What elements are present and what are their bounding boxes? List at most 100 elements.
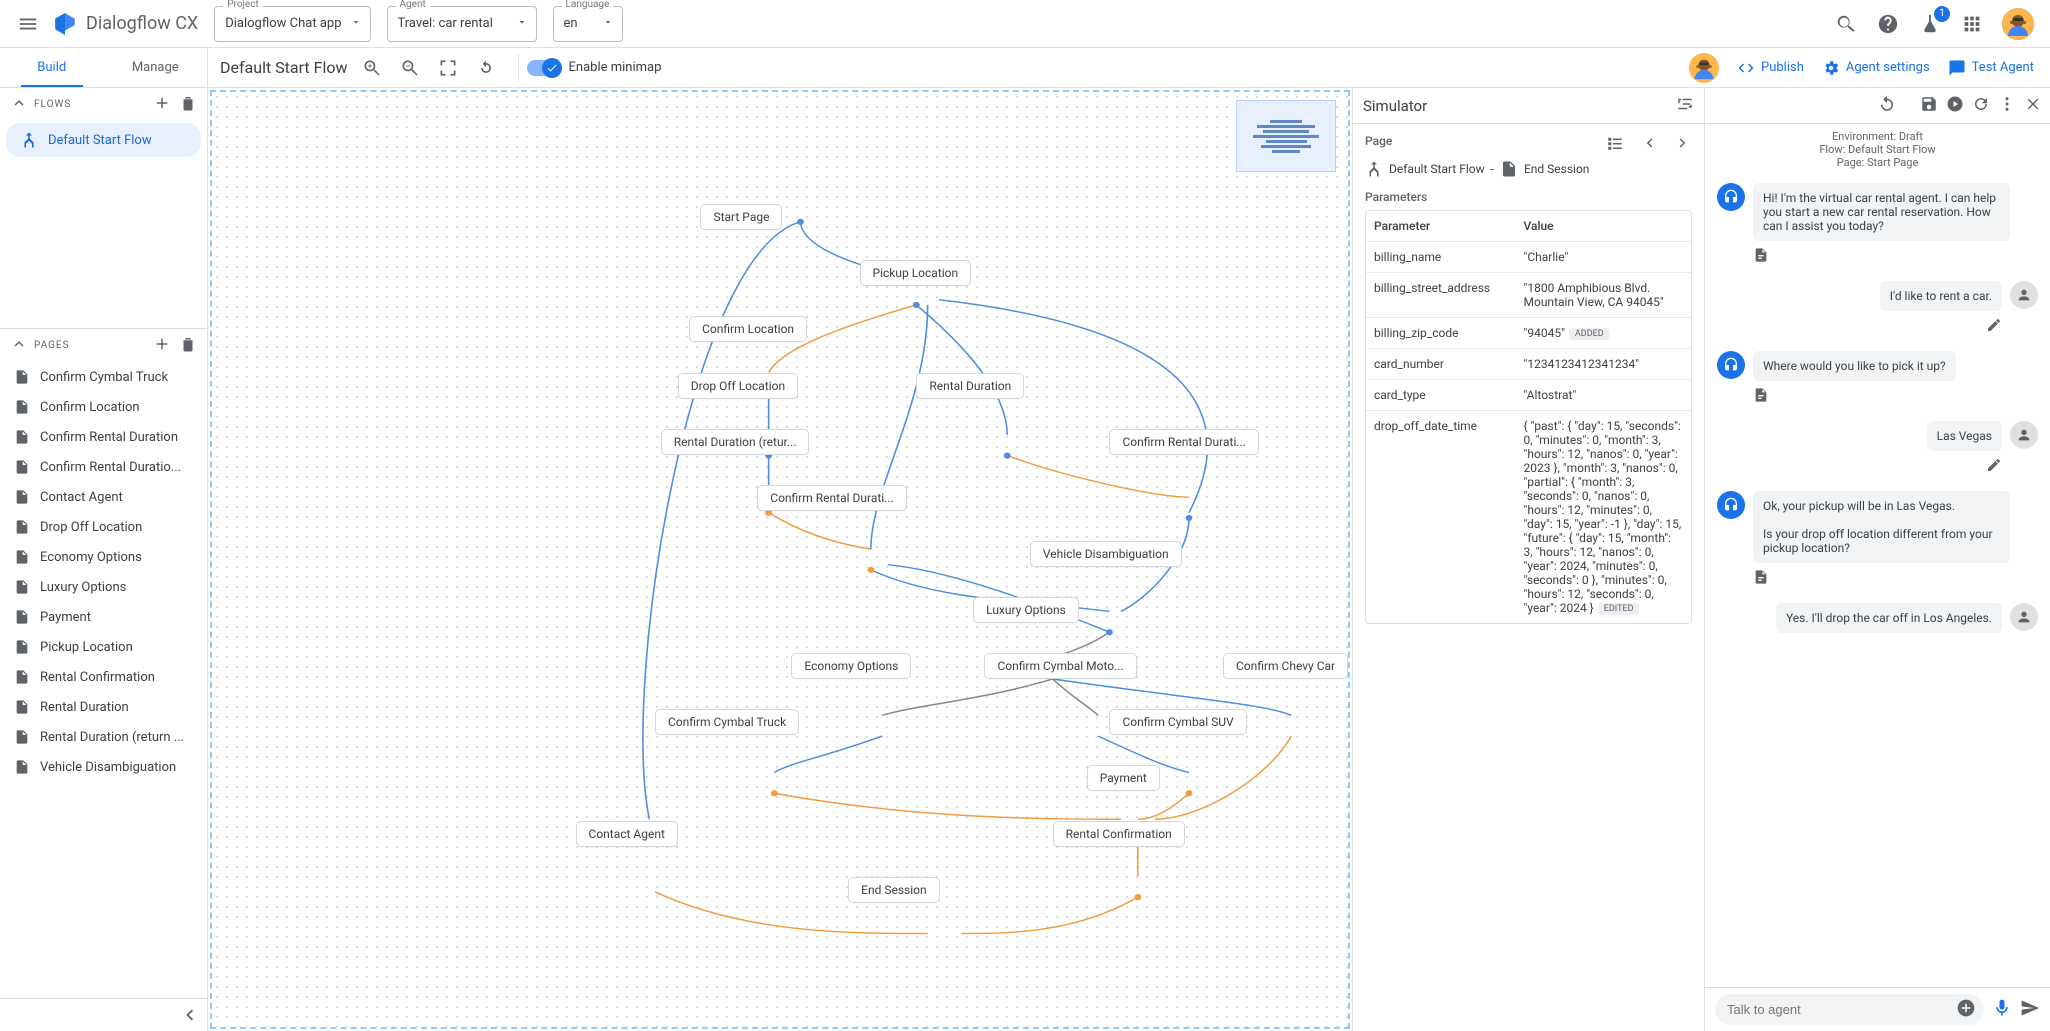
zoom-out-icon[interactable]	[398, 56, 422, 80]
sidebar-page-item[interactable]: Drop Off Location	[0, 512, 207, 542]
zoom-in-icon[interactable]	[360, 56, 384, 80]
minimap-toggle[interactable]: Enable minimap	[527, 60, 662, 76]
note-icon[interactable]	[1753, 387, 1769, 407]
test-agent-button[interactable]: Test Agent	[1948, 59, 2034, 77]
node-confirm-rental-duration-2[interactable]: Confirm Rental Durati...	[1109, 429, 1258, 455]
sidebar-page-item[interactable]: Pickup Location	[0, 632, 207, 662]
node-contact-agent[interactable]: Contact Agent	[576, 821, 678, 847]
caret-down-icon	[516, 16, 528, 32]
sidebar-page-item[interactable]: Rental Duration	[0, 692, 207, 722]
presence-avatar[interactable]	[1689, 53, 1719, 83]
sidebar-page-item[interactable]: Contact Agent	[0, 482, 207, 512]
delete-page-icon[interactable]	[179, 335, 197, 356]
pages-list[interactable]: Confirm Cymbal TruckConfirm LocationConf…	[0, 362, 207, 998]
caret-down-icon	[602, 16, 614, 32]
tab-manage[interactable]: Manage	[104, 48, 208, 87]
sidebar-page-item[interactable]: Luxury Options	[0, 572, 207, 602]
brand-logo[interactable]: Dialogflow CX	[52, 11, 198, 37]
node-start-page[interactable]: Start Page	[700, 204, 782, 230]
send-icon[interactable]	[2020, 998, 2040, 1022]
node-drop-off-location[interactable]: Drop Off Location	[678, 373, 798, 399]
list-icon[interactable]	[1606, 134, 1624, 156]
chat-input[interactable]	[1715, 994, 1984, 1025]
plus-circle-icon[interactable]	[1956, 998, 1976, 1022]
apps-icon[interactable]	[1960, 12, 1984, 36]
prev-page-icon[interactable]	[1640, 134, 1658, 156]
param-row[interactable]: card_number"1234123412341234"	[1366, 349, 1691, 380]
flows-section-header: Flows	[0, 88, 207, 121]
more-icon[interactable]	[1998, 95, 2016, 117]
close-icon[interactable]	[2024, 95, 2042, 117]
next-page-icon[interactable]	[1674, 134, 1692, 156]
publish-button[interactable]: Publish	[1737, 59, 1804, 77]
param-row[interactable]: card_type"Altostrat"	[1366, 380, 1691, 411]
pages-section-header: Pages	[0, 329, 207, 362]
save-icon[interactable]	[1920, 95, 1938, 117]
labs-icon[interactable]: 1	[1918, 12, 1942, 36]
chevron-up-icon[interactable]	[10, 335, 28, 356]
menu-icon[interactable]	[16, 12, 40, 36]
sidebar-page-item[interactable]: Rental Duration (return ...	[0, 722, 207, 752]
chat-message: Hi! I'm the virtual car rental agent. I …	[1717, 183, 2038, 241]
node-payment[interactable]: Payment	[1087, 765, 1160, 791]
help-icon[interactable]	[1876, 12, 1900, 36]
node-vehicle-disambiguation[interactable]: Vehicle Disambiguation	[1030, 541, 1182, 567]
param-row[interactable]: billing_street_address"1800 Amphibious B…	[1366, 273, 1691, 318]
param-value: "Charlie"	[1516, 242, 1692, 272]
node-rental-duration[interactable]: Rental Duration	[916, 373, 1024, 399]
node-end-session[interactable]: End Session	[848, 877, 939, 903]
sidebar-page-item[interactable]: Economy Options	[0, 542, 207, 572]
sidebar-page-item[interactable]: Confirm Location	[0, 392, 207, 422]
flows-label: Flows	[34, 99, 71, 110]
mic-icon[interactable]	[1992, 998, 2012, 1022]
project-selector[interactable]: Project Dialogflow Chat app	[214, 6, 370, 42]
sidebar-page-item[interactable]: Confirm Cymbal Truck	[0, 362, 207, 392]
reset-icon[interactable]	[1972, 95, 1990, 117]
user-avatar[interactable]	[2002, 8, 2034, 40]
edit-icon[interactable]	[1986, 317, 2002, 337]
param-row[interactable]: drop_off_date_time{ "past": { "day": 15,…	[1366, 411, 1691, 623]
edit-icon[interactable]	[1986, 457, 2002, 477]
toggle-layout-icon[interactable]	[1676, 95, 1694, 117]
sidebar-page-item[interactable]: Vehicle Disambiguation	[0, 752, 207, 782]
param-row[interactable]: billing_name"Charlie"	[1366, 242, 1691, 273]
sidebar-flow-item[interactable]: Default Start Flow	[6, 123, 201, 157]
collapse-sidebar-icon[interactable]	[177, 1003, 201, 1027]
node-confirm-cymbal-truck[interactable]: Confirm Cymbal Truck	[655, 709, 799, 735]
param-row[interactable]: billing_zip_code"94045"ADDED	[1366, 318, 1691, 349]
play-icon[interactable]	[1946, 95, 1964, 117]
node-confirm-location[interactable]: Confirm Location	[689, 316, 807, 342]
user-avatar-icon	[2010, 421, 2038, 449]
chevron-up-icon[interactable]	[10, 94, 28, 115]
node-confirm-rental-duration-1[interactable]: Confirm Rental Durati...	[757, 485, 906, 511]
chat-log[interactable]: Hi! I'm the virtual car rental agent. I …	[1705, 175, 2050, 987]
language-selector[interactable]: Language en	[553, 6, 623, 42]
sidebar-page-item[interactable]: Rental Confirmation	[0, 662, 207, 692]
delete-flow-icon[interactable]	[179, 94, 197, 115]
agent-settings-button[interactable]: Agent settings	[1822, 59, 1930, 77]
node-economy-options[interactable]: Economy Options	[791, 653, 911, 679]
undo-icon[interactable]	[1878, 95, 1896, 117]
node-confirm-cymbal-moto[interactable]: Confirm Cymbal Moto...	[984, 653, 1136, 679]
node-confirm-cymbal-suv[interactable]: Confirm Cymbal SUV	[1109, 709, 1246, 735]
node-luxury-options[interactable]: Luxury Options	[973, 597, 1079, 623]
add-page-icon[interactable]	[153, 335, 171, 356]
sidebar-page-item[interactable]: Confirm Rental Duratio...	[0, 452, 207, 482]
add-flow-icon[interactable]	[153, 94, 171, 115]
minimap[interactable]	[1236, 100, 1336, 172]
sidebar-page-item[interactable]: Confirm Rental Duration	[0, 422, 207, 452]
fit-screen-icon[interactable]	[436, 56, 460, 80]
note-icon[interactable]	[1753, 569, 1769, 589]
flow-canvas[interactable]: Start Page Pickup Location Confirm Locat…	[210, 90, 1350, 1029]
reset-rotation-icon[interactable]	[474, 56, 498, 80]
node-rental-confirmation[interactable]: Rental Confirmation	[1053, 821, 1185, 847]
node-confirm-chevy-car[interactable]: Confirm Chevy Car	[1223, 653, 1348, 679]
sidebar-page-item[interactable]: Payment	[0, 602, 207, 632]
node-rental-duration-return[interactable]: Rental Duration (retur...	[661, 429, 810, 455]
node-pickup-location[interactable]: Pickup Location	[860, 260, 972, 286]
tab-build[interactable]: Build	[0, 48, 104, 87]
note-icon[interactable]	[1753, 247, 1769, 267]
search-icon[interactable]	[1834, 12, 1858, 36]
breadcrumb-flow: Default Start Flow	[1389, 162, 1485, 176]
agent-selector[interactable]: Agent Travel: car rental	[387, 6, 537, 42]
